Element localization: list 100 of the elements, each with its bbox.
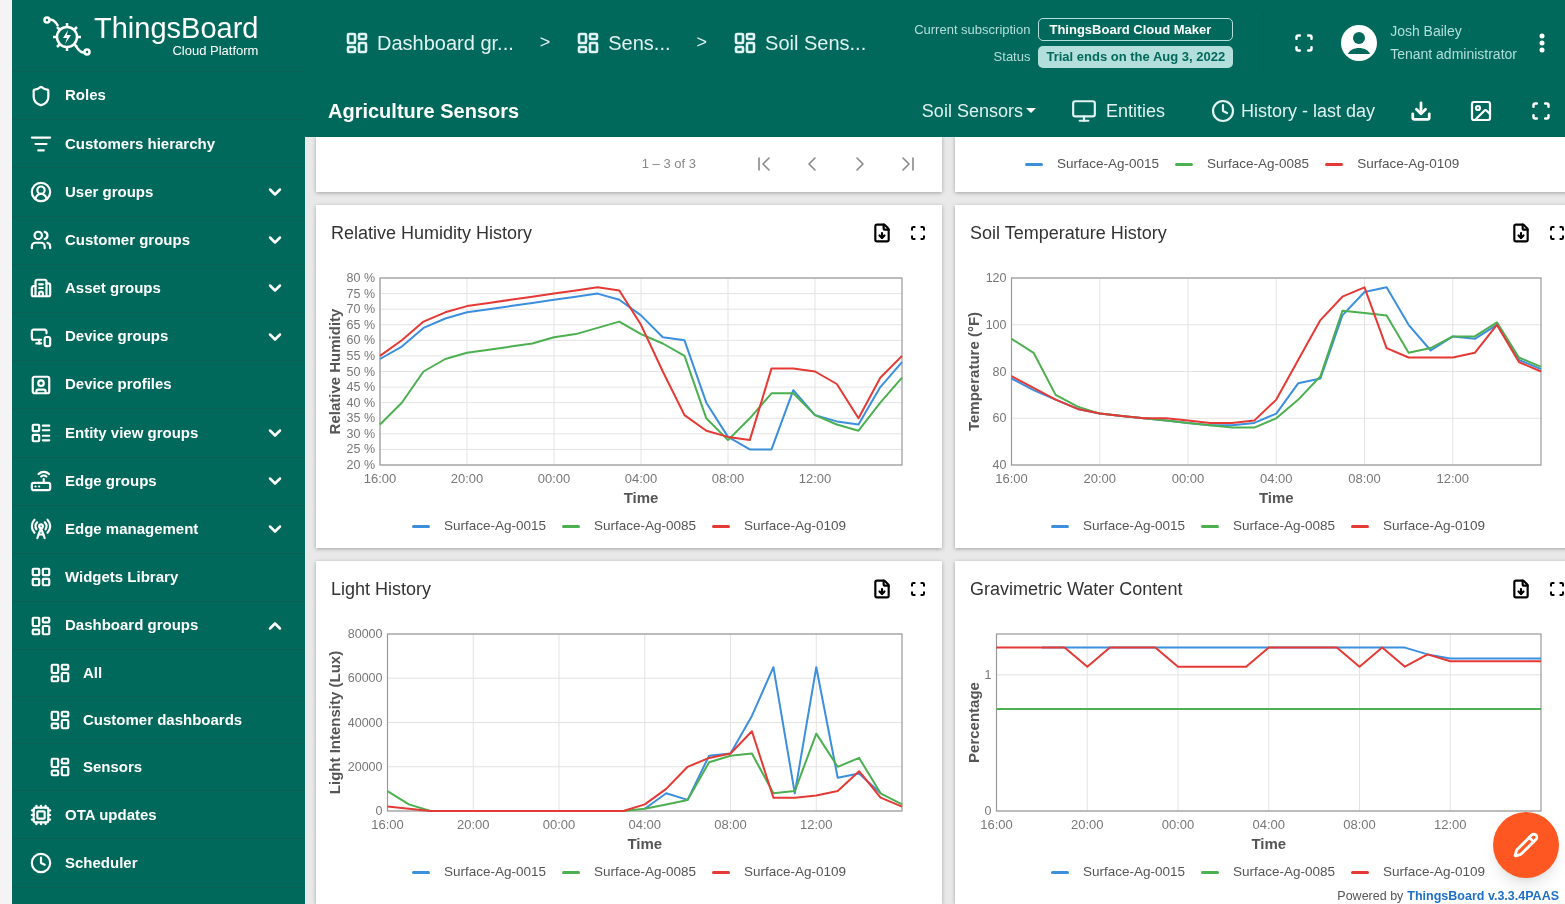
sidebar-item[interactable]: Entity view groups bbox=[12, 409, 305, 458]
legend-label: Surface-Ag-0015 bbox=[1082, 516, 1185, 535]
fullscreen-icon bbox=[1531, 101, 1551, 121]
tick-label: 00:00 bbox=[1171, 471, 1205, 486]
users-icon bbox=[30, 229, 52, 252]
axis-title: Percentage bbox=[965, 682, 982, 763]
status-label: Status bbox=[992, 48, 1031, 66]
legend-label: Surface-Ag-0085 bbox=[593, 862, 697, 881]
pencil-icon bbox=[1513, 832, 1539, 858]
tick-label: 45 % bbox=[346, 380, 375, 395]
sidebar-subitem[interactable]: Sensors bbox=[12, 744, 305, 792]
dashboard-icon bbox=[733, 30, 758, 55]
breadcrumb-link[interactable]: Soil Sens... bbox=[733, 27, 867, 58]
axis-title: Time bbox=[623, 489, 659, 506]
tick-label: 100 bbox=[985, 317, 1007, 332]
dashboard-title: Agriculture Sensors bbox=[328, 99, 520, 124]
tick-label: 20000 bbox=[347, 759, 383, 774]
tick-label: 20:00 bbox=[1083, 471, 1116, 486]
user-circle-icon bbox=[30, 180, 52, 203]
tick-label: 70 % bbox=[346, 302, 375, 317]
fullscreen-icon bbox=[910, 225, 926, 241]
tick-label: 16:00 bbox=[363, 471, 397, 486]
sidebar-item[interactable]: Edge groups bbox=[12, 457, 305, 506]
tick-label: 40 % bbox=[346, 395, 375, 410]
subscription-label: Current subscription bbox=[914, 20, 1031, 39]
legend-label: Surface-Ag-0109 bbox=[1383, 516, 1486, 535]
tick-label: 16:00 bbox=[371, 817, 404, 832]
version-link[interactable]: ThingsBoard v.3.3.4PAAS bbox=[1407, 889, 1559, 904]
sidebar-item[interactable]: OTA updates bbox=[12, 791, 305, 840]
breadcrumb-link[interactable]: Sens... bbox=[576, 27, 671, 58]
file-download-icon bbox=[1511, 579, 1531, 599]
avatar bbox=[1340, 23, 1379, 62]
sidebar-subitem[interactable]: Customer dashboards bbox=[12, 697, 305, 745]
tick-label: 35 % bbox=[346, 411, 375, 426]
sidebar-item[interactable]: Scheduler bbox=[12, 839, 305, 888]
tick-label: 20:00 bbox=[1071, 817, 1104, 832]
tick-label: 0 bbox=[375, 804, 383, 818]
axis-title: Time bbox=[1251, 835, 1287, 852]
sidebar-item[interactable]: Device profiles bbox=[12, 361, 305, 410]
kebab-icon bbox=[1539, 32, 1545, 53]
axis-title: Time bbox=[627, 835, 663, 852]
file-download-icon bbox=[1511, 223, 1531, 243]
legend-label: Surface-Ag-0015 bbox=[1082, 862, 1185, 881]
legend-label: Surface-Ag-0015 bbox=[1057, 154, 1160, 173]
tick-label: 12:00 bbox=[800, 817, 833, 832]
dashboard-icon bbox=[345, 30, 369, 55]
tick-label: 04:00 bbox=[628, 817, 661, 832]
timewindow-button[interactable]: History - last day bbox=[1210, 97, 1375, 125]
entities-button[interactable]: Entities bbox=[1070, 97, 1165, 125]
layout-icon bbox=[30, 421, 52, 444]
sidebar-item[interactable]: Edge management bbox=[12, 505, 305, 554]
axis-title: Light Intensity (Lux) bbox=[326, 650, 343, 795]
clock-icon bbox=[30, 852, 52, 875]
sidebar-subitem[interactable]: All bbox=[12, 650, 305, 698]
devices-icon bbox=[1070, 98, 1097, 124]
sidebar-item[interactable]: Asset groups bbox=[12, 264, 305, 313]
profile-card-icon bbox=[30, 373, 52, 396]
tick-label: 08:00 bbox=[711, 471, 745, 486]
tick-label: 50 % bbox=[346, 364, 375, 379]
tick-label: 20:00 bbox=[457, 817, 490, 832]
tick-label: 60000 bbox=[347, 671, 383, 686]
legend-label: Surface-Ag-0085 bbox=[1232, 516, 1336, 535]
fullscreen-icon bbox=[1549, 581, 1565, 597]
legend-label: Surface-Ag-0109 bbox=[1357, 154, 1460, 173]
tick-label: 20:00 bbox=[450, 471, 484, 486]
sidebar-item[interactable]: User groups bbox=[12, 168, 305, 217]
tick-label: 80000 bbox=[347, 627, 383, 641]
fullscreen-icon bbox=[1294, 32, 1315, 53]
status-chip: Trial ends on the Aug 3, 2022 bbox=[1038, 46, 1234, 68]
widget-title: Soil Temperature History bbox=[970, 221, 1168, 245]
user-role: Tenant administrator bbox=[1390, 44, 1517, 64]
legend-label: Surface-Ag-0109 bbox=[1383, 862, 1486, 881]
tick-label: 80 bbox=[992, 364, 1007, 379]
dashboard-icon bbox=[49, 756, 71, 779]
pagination-range: 1 – 3 of 3 bbox=[641, 155, 696, 174]
tick-label: 04:00 bbox=[624, 471, 658, 486]
tick-label: 120 bbox=[985, 271, 1007, 285]
breadcrumb-link[interactable]: Dashboard gr... bbox=[345, 27, 514, 58]
tick-label: 40000 bbox=[347, 715, 383, 730]
sidebar-item[interactable]: Device groups bbox=[12, 312, 305, 362]
tick-label: 80 % bbox=[346, 271, 375, 285]
legend-label: Surface-Ag-0085 bbox=[1207, 154, 1310, 173]
building-icon bbox=[30, 277, 52, 300]
breadcrumb-separator: > bbox=[539, 31, 551, 54]
tick-label: 16:00 bbox=[980, 817, 1013, 832]
tick-label: 20 % bbox=[346, 458, 375, 472]
tick-label: 55 % bbox=[346, 348, 375, 363]
legend-label: Surface-Ag-0085 bbox=[1232, 862, 1336, 881]
sidebar-item[interactable]: Customer groups bbox=[12, 216, 305, 265]
shield-icon bbox=[30, 84, 52, 107]
state-select[interactable]: Soil Sensors bbox=[921, 97, 1037, 125]
tick-label: 16:00 bbox=[995, 471, 1028, 486]
user-name: Josh Bailey bbox=[1390, 21, 1463, 41]
download-icon bbox=[1410, 100, 1432, 122]
sidebar-item[interactable]: Dashboard groups bbox=[12, 602, 305, 651]
sidebar-item[interactable]: Widgets Library bbox=[12, 553, 305, 603]
axis-title: Temperature (°F) bbox=[965, 311, 982, 432]
tick-label: 12:00 bbox=[1436, 471, 1469, 486]
tick-label: 25 % bbox=[346, 442, 375, 457]
plan-chip: ThingsBoard Cloud Maker bbox=[1038, 17, 1234, 41]
